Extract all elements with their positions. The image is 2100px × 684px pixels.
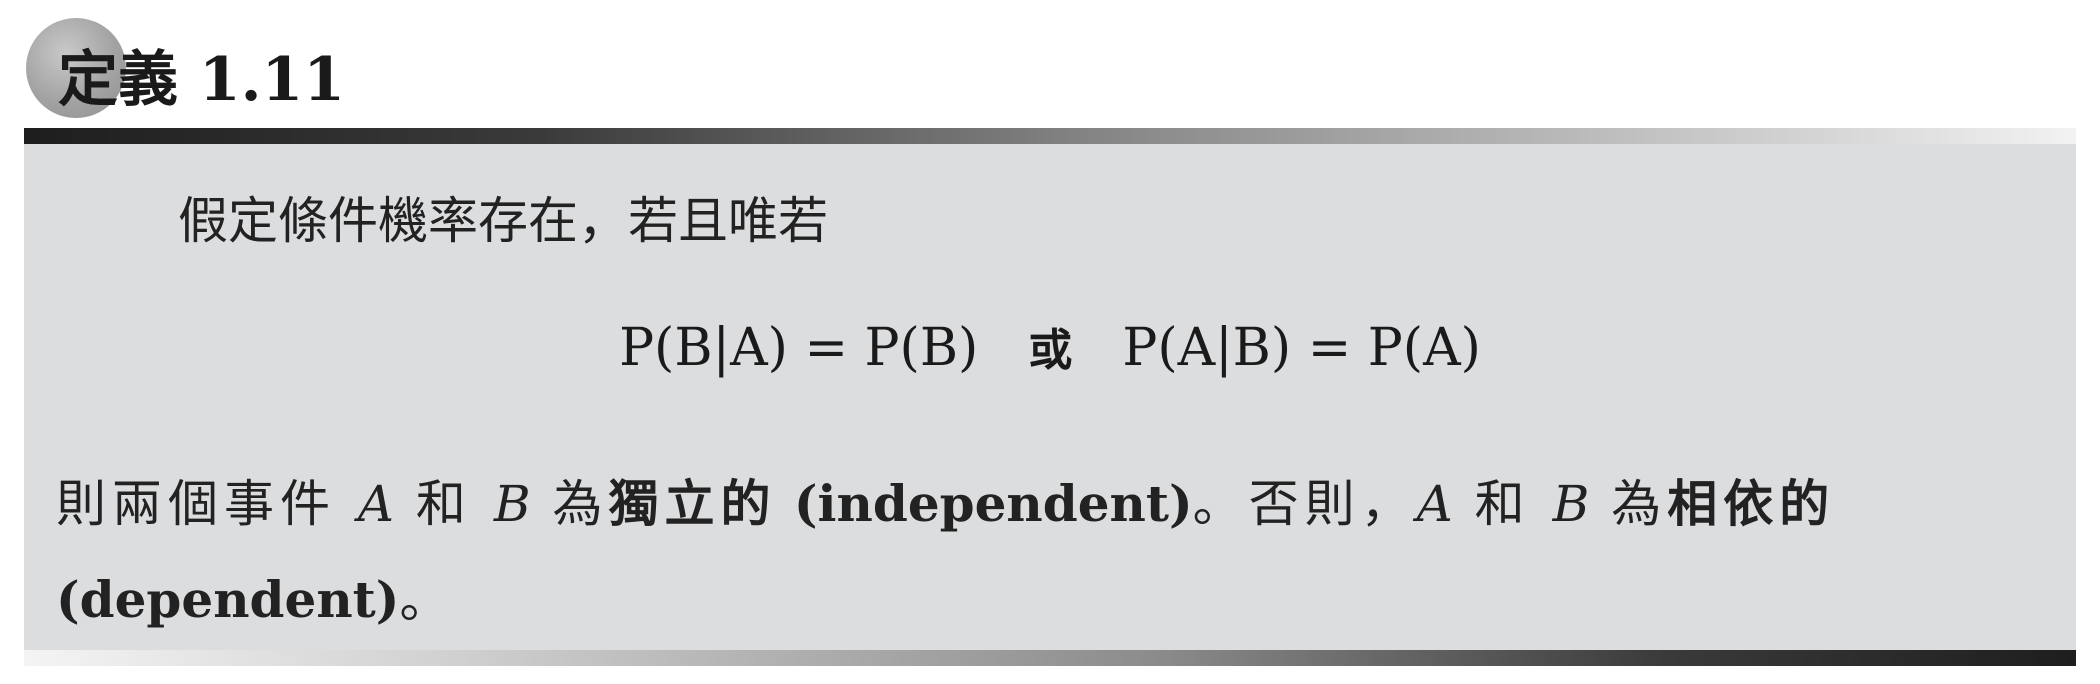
formula-left: P(B|A) = P(B) — [619, 318, 979, 378]
variable-a: A — [357, 475, 395, 533]
term-dependent-zh: 相依的 — [1667, 475, 1836, 533]
definition-paragraph: 則兩個事件 A 和 B 為獨立的 (independent)。否則，A 和 B … — [56, 456, 2046, 648]
formula-conjunction: 或 — [1028, 325, 1073, 376]
variable-b-2: B — [1552, 475, 1590, 533]
para-text-4: 。否則， — [1192, 475, 1417, 533]
formula-right: P(A|B) = P(A) — [1122, 318, 1481, 378]
definition-header: 定義 1.11 — [0, 0, 2100, 140]
definition-title: 定義 1.11 — [58, 45, 346, 115]
para-text-5: 和 — [1452, 475, 1553, 533]
para-text-1: 則兩個事件 — [56, 475, 358, 533]
top-gradient-bar — [24, 128, 2076, 144]
para-text-6: 為 — [1589, 475, 1668, 533]
variable-b: B — [493, 475, 531, 533]
para-text-3: 為 — [530, 475, 609, 533]
para-text-2: 和 — [394, 475, 494, 533]
para-text-7: 。 — [399, 571, 456, 629]
term-independent-zh: 獨立的 — [608, 475, 777, 533]
term-independent-en: (independent) — [776, 474, 1193, 533]
term-dependent-en: (dependent) — [56, 570, 400, 629]
formula-line: P(B|A) = P(B) 或 P(A|B) = P(A) — [0, 308, 2100, 391]
variable-a-2: A — [1416, 475, 1453, 533]
bottom-gradient-bar — [24, 650, 2076, 666]
intro-line: 假定條件機率存在，若且唯若 — [178, 192, 828, 250]
